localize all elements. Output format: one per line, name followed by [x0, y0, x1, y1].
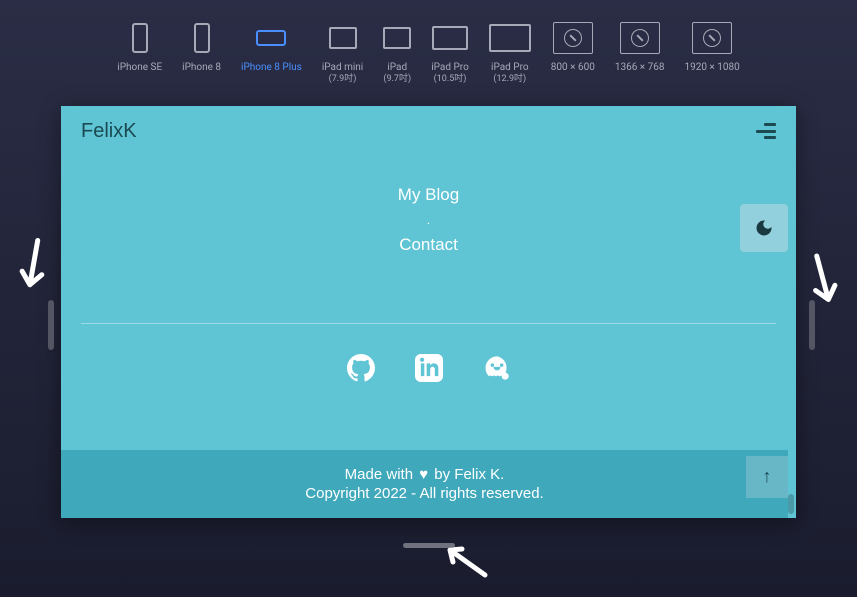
desktop-icon — [692, 20, 732, 55]
phone-icon — [132, 20, 148, 55]
device-label: 1920 × 1080 — [684, 61, 739, 74]
divider — [81, 323, 776, 324]
device-ipad-pro-10[interactable]: iPad Pro (10.5吋) — [431, 20, 469, 86]
tablet-icon — [383, 20, 411, 55]
preview-scrollbar[interactable] — [788, 106, 794, 518]
device-1366x768[interactable]: 1366 × 768 — [615, 20, 665, 74]
device-label: iPhone 8 — [182, 61, 221, 74]
social-icons — [61, 354, 796, 382]
device-800x600[interactable]: 800 × 600 — [551, 20, 595, 74]
device-label: iPad Pro (10.5吋) — [431, 61, 469, 86]
page-footer: Made with ♥ by Felix K. Copyright 2022 -… — [61, 450, 788, 518]
logo[interactable]: FelixK — [81, 120, 137, 143]
page-content: My Blog . Contact — [61, 157, 796, 283]
arrow-up-icon: ↑ — [763, 466, 772, 487]
device-iphone-se[interactable]: iPhone SE — [117, 20, 162, 74]
annotation-arrow-bottom — [440, 540, 490, 597]
device-label: iPhone 8 Plus — [241, 61, 302, 74]
device-ipad-mini[interactable]: iPad mini (7.9吋) — [322, 20, 363, 86]
device-label: iPhone SE — [117, 61, 162, 74]
footer-line-2: Copyright 2022 - All rights reserved. — [81, 485, 768, 502]
scrollbar-thumb[interactable] — [788, 494, 794, 514]
device-selector-bar: iPhone SE iPhone 8 iPhone 8 Plus iPad mi… — [0, 0, 857, 96]
preview-wrapper: FelixK My Blog . Contact — [61, 106, 796, 518]
device-label: iPad (9.7吋) — [383, 61, 411, 86]
device-label: 1366 × 768 — [615, 61, 665, 74]
desktop-icon — [620, 20, 660, 55]
footer-line-1: Made with ♥ by Felix K. — [81, 466, 768, 483]
tablet-icon — [329, 20, 357, 55]
bottom-scroll-indicator[interactable] — [403, 543, 455, 548]
phone-icon — [194, 20, 210, 55]
tablet-icon — [489, 20, 531, 55]
phone-landscape-icon — [256, 20, 286, 55]
side-scroll-indicator-left — [48, 300, 54, 350]
page-header: FelixK — [61, 106, 796, 157]
device-ipad-pro-12[interactable]: iPad Pro (12.9吋) — [489, 20, 531, 86]
side-scroll-indicator-right — [809, 300, 815, 350]
nav-contact-link[interactable]: Contact — [81, 235, 776, 255]
device-ipad[interactable]: iPad (9.7吋) — [383, 20, 411, 86]
menu-toggle-icon[interactable] — [756, 123, 776, 139]
desktop-icon — [553, 20, 593, 55]
device-label: iPad mini (7.9吋) — [322, 61, 363, 86]
device-iphone-8[interactable]: iPhone 8 — [182, 20, 221, 74]
linkedin-icon[interactable] — [415, 354, 443, 382]
device-1920x1080[interactable]: 1920 × 1080 — [684, 20, 739, 74]
moon-icon — [754, 218, 774, 238]
dark-mode-button[interactable] — [740, 204, 788, 252]
preview-frame: FelixK My Blog . Contact — [61, 106, 796, 518]
heart-icon: ♥ — [419, 466, 428, 483]
nav-blog-link[interactable]: My Blog — [81, 185, 776, 205]
device-iphone-8-plus[interactable]: iPhone 8 Plus — [241, 20, 302, 74]
github-icon[interactable] — [347, 354, 375, 382]
device-label: iPad Pro (12.9吋) — [491, 61, 529, 86]
blog-icon[interactable] — [483, 354, 511, 382]
scroll-top-button[interactable]: ↑ — [746, 456, 788, 498]
device-label: 800 × 600 — [551, 61, 595, 74]
nav-separator: . — [81, 213, 776, 227]
tablet-icon — [432, 20, 468, 55]
